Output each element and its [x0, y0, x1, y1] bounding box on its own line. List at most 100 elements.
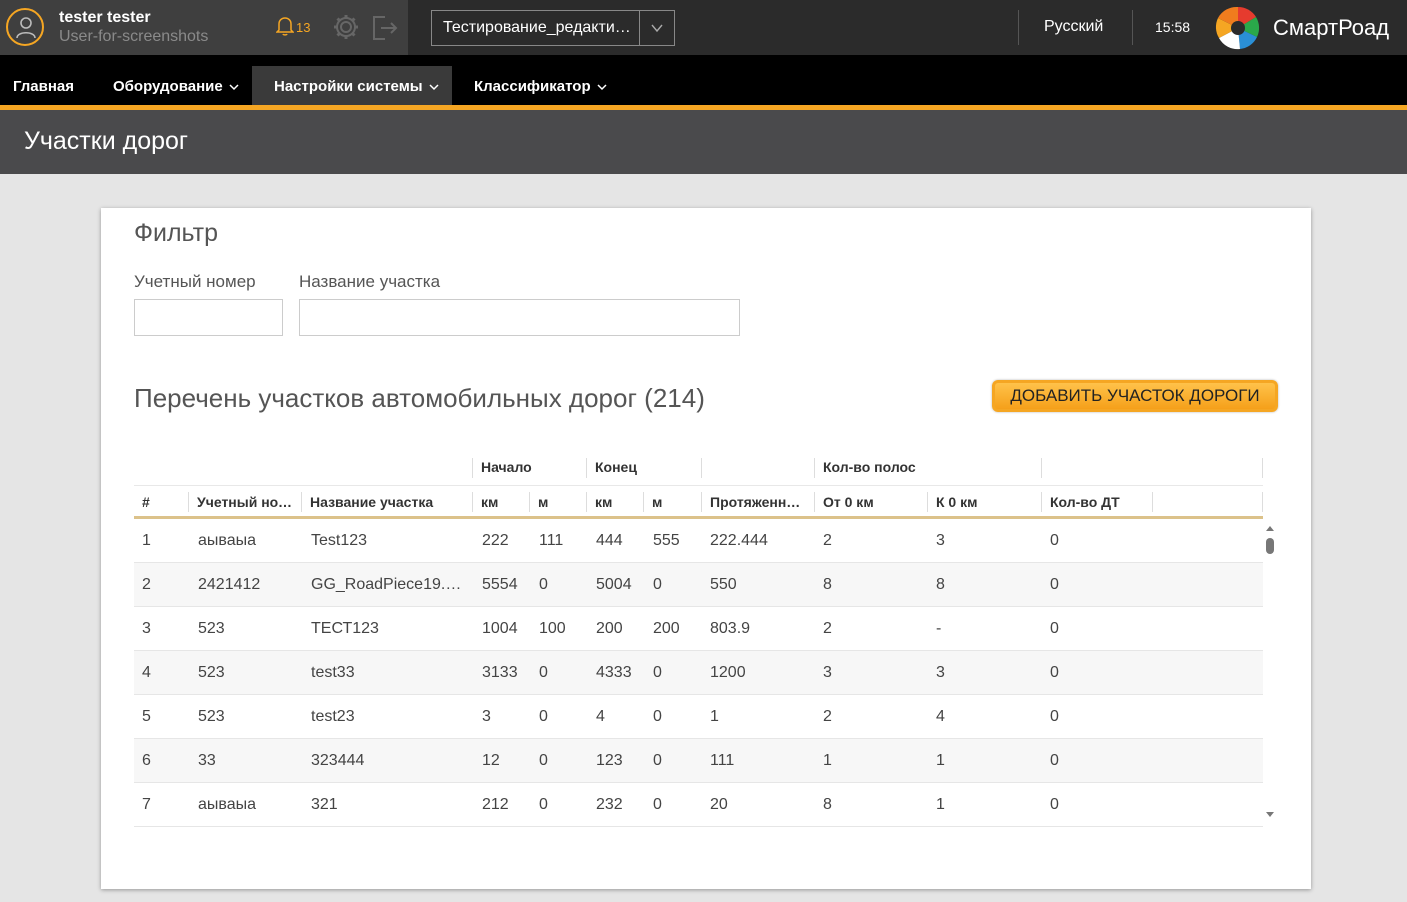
cell-from0: 2 [823, 532, 832, 549]
brand-name: СмартРоад [1273, 15, 1390, 40]
nav-item-label: Классификатор [474, 78, 591, 95]
cell-name: ТЕСТ123 [311, 620, 379, 637]
table-row[interactable]: 1 аываыа Test123 222 111 444 555 222.444 2 3 0 [134, 519, 1263, 563]
caret-down-icon [429, 84, 439, 91]
cell-to0: 4 [936, 708, 945, 725]
column-header-start-km[interactable]: км [481, 494, 521, 510]
cell-num: 4 [142, 664, 151, 681]
table-row[interactable]: 2 2421412 GG_RoadPiece19.0... 5554 0 5004 0 550… [134, 563, 1263, 607]
cell-length: 1200 [710, 664, 746, 681]
cell-account: аываыа [198, 532, 257, 549]
main-nav: Главная Оборудование Настройки системы К… [0, 55, 1407, 110]
column-divider [301, 492, 302, 512]
column-header-start-m[interactable]: м [538, 494, 578, 510]
column-divider [586, 492, 587, 512]
nav-item-equipment[interactable]: Оборудование [113, 66, 239, 105]
cell-from0: 8 [823, 796, 832, 813]
column-header-length[interactable]: Протяженность [710, 494, 804, 510]
column-header-to0[interactable]: К 0 км [936, 494, 1036, 510]
cell-name: 323444 [311, 752, 365, 769]
chevron-down-icon[interactable] [650, 21, 664, 35]
project-select[interactable]: Тестирование_редактирования [431, 10, 675, 46]
table-header-divider [134, 485, 1263, 486]
column-header-num[interactable]: # [142, 494, 182, 510]
caret-down-icon [229, 84, 239, 91]
notification-count[interactable]: 13 [296, 20, 310, 35]
column-divider [1152, 492, 1153, 512]
cell-start-m: 0 [539, 708, 548, 725]
user-block[interactable]: tester tester User-for-screenshots 13 [0, 0, 408, 55]
column-divider [586, 458, 587, 478]
cell-length: 111 [710, 752, 735, 769]
project-select-value: Тестирование_редактирования [443, 19, 637, 36]
nav-item-label: Настройки системы [274, 78, 423, 95]
section-name-label: Название участка [299, 272, 441, 291]
cell-end-m: 555 [653, 532, 680, 549]
cell-name: GG_RoadPiece19.0... [311, 576, 463, 593]
cell-start-km: 222 [482, 532, 509, 549]
cell-length: 550 [710, 576, 737, 593]
scrollbar-thumb[interactable] [1266, 538, 1274, 554]
column-divider [1262, 492, 1263, 512]
column-header-end-m[interactable]: м [652, 494, 692, 510]
cell-end-km: 4 [596, 708, 605, 725]
cell-num: 5 [142, 708, 151, 725]
scroll-up-icon[interactable] [1264, 523, 1276, 533]
avatar[interactable] [6, 8, 44, 46]
cell-to0: 1 [936, 796, 945, 813]
cell-end-km: 4333 [596, 664, 632, 681]
account-number-input[interactable] [134, 299, 283, 336]
nav-item-system-settings[interactable]: Настройки системы [252, 66, 452, 105]
cell-start-km: 5554 [482, 576, 518, 593]
cell-length: 803.9 [710, 620, 751, 637]
header-divider [1132, 10, 1133, 45]
group-header-lanes: Кол-во полос [823, 459, 916, 475]
header-divider [1018, 10, 1019, 45]
section-name-input[interactable] [299, 299, 740, 336]
scroll-down-icon[interactable] [1264, 810, 1276, 820]
cell-length: 20 [710, 796, 728, 813]
column-header-end-km[interactable]: км [595, 494, 635, 510]
column-header-from0[interactable]: От 0 км [823, 494, 923, 510]
top-bar: tester tester User-for-screenshots 13 Те… [0, 0, 1407, 55]
language-switch[interactable]: Русский [1044, 18, 1103, 36]
cell-dt: 0 [1050, 752, 1059, 769]
cell-num: 7 [142, 796, 151, 813]
cell-num: 6 [142, 752, 151, 769]
cell-name: Test123 [311, 532, 368, 549]
cell-num: 3 [142, 620, 151, 637]
column-header-dt[interactable]: Кол-во ДТ [1050, 494, 1150, 510]
cell-dt: 0 [1050, 664, 1059, 681]
cell-dt: 0 [1050, 796, 1059, 813]
group-header-start: Начало [481, 459, 532, 475]
clock: 15:58 [1155, 19, 1191, 35]
nav-item-classifier[interactable]: Классификатор [474, 66, 607, 105]
cell-to0: - [936, 620, 942, 637]
nav-item-home[interactable]: Главная [13, 66, 74, 105]
filter-title: Фильтр [134, 219, 218, 247]
cell-to0: 3 [936, 664, 945, 681]
cell-start-m: 0 [539, 752, 548, 769]
column-divider [188, 492, 189, 512]
add-road-section-button[interactable]: ДОБАВИТЬ УЧАСТОК ДОРОГИ [992, 380, 1278, 412]
gear-icon[interactable] [332, 13, 360, 41]
table-row[interactable]: 3 523 ТЕСТ123 1004 100 200 200 803.9 2 - 0 [134, 607, 1263, 651]
cell-start-m: 0 [539, 796, 548, 813]
cell-from0: 2 [823, 708, 832, 725]
cell-end-km: 232 [596, 796, 623, 813]
column-header-name[interactable]: Название участка [310, 494, 465, 510]
column-header-account[interactable]: Учетный номер [197, 494, 293, 510]
column-divider [643, 492, 644, 512]
column-divider [701, 492, 702, 512]
table-row[interactable]: 6 33 323444 12 0 123 0 111 1 1 0 [134, 739, 1263, 783]
table-row[interactable]: 4 523 test33 3133 0 4333 0 1200 3 3 0 [134, 651, 1263, 695]
cell-dt: 0 [1050, 620, 1059, 637]
cell-start-m: 111 [539, 532, 564, 549]
logout-icon[interactable] [371, 14, 399, 42]
column-divider [701, 458, 702, 478]
table-row[interactable]: 5 523 test23 3 0 4 0 1 2 4 0 [134, 695, 1263, 739]
cell-dt: 0 [1050, 708, 1059, 725]
bell-icon[interactable] [276, 16, 294, 36]
table-row[interactable]: 7 аываыа 321 212 0 232 0 20 8 1 0 [134, 783, 1263, 827]
cell-end-m: 0 [653, 576, 662, 593]
